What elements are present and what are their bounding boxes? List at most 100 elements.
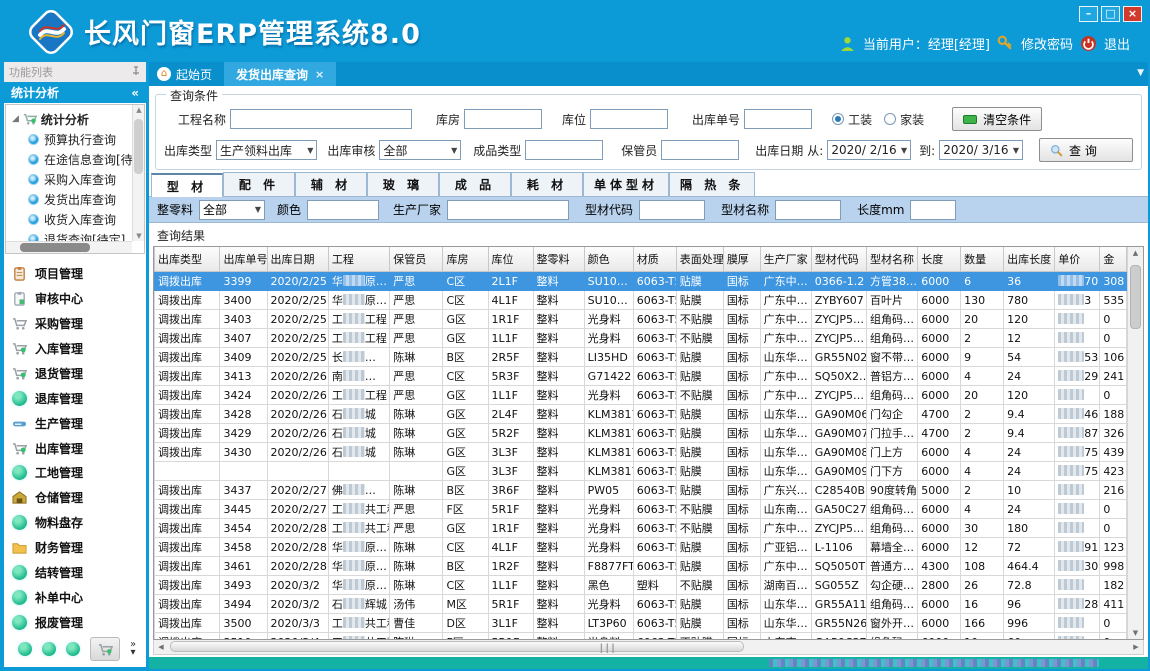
material-tab-0[interactable]: 型 材 bbox=[151, 173, 223, 197]
sidebar-item-1[interactable]: 审核中心 bbox=[12, 286, 142, 311]
table-row[interactable]: 调拨出库34282020/2/26石城陈琳G区2L4F整料KLM38176063… bbox=[155, 405, 1127, 424]
radio-jiazhuang[interactable]: 家装 bbox=[884, 111, 924, 128]
column-header-17[interactable]: 出库长度 bbox=[1004, 247, 1055, 272]
close-button[interactable]: × bbox=[1123, 6, 1142, 22]
column-header-8[interactable]: 颜色 bbox=[584, 247, 633, 272]
collapse-icon[interactable]: « bbox=[131, 86, 139, 100]
order-no-input[interactable] bbox=[744, 109, 812, 129]
column-header-14[interactable]: 型材名称 bbox=[867, 247, 918, 272]
sidebar-item-0[interactable]: 项目管理 bbox=[12, 261, 142, 286]
sidebar-item-6[interactable]: 生产管理 bbox=[12, 411, 142, 436]
table-row[interactable]: 调拨出库34132020/2/26南…严思C区5R3F整料G714226063-… bbox=[155, 367, 1127, 386]
whole-part-select[interactable]: 全部▼ bbox=[199, 200, 265, 220]
tree-expander-icon[interactable]: ◢ bbox=[12, 114, 19, 124]
sidebar-item-14[interactable]: 报废管理 bbox=[12, 610, 142, 635]
column-header-5[interactable]: 库房 bbox=[443, 247, 488, 272]
material-tab-2[interactable]: 辅 材 bbox=[295, 172, 367, 196]
sidebar-item-4[interactable]: 退货管理 bbox=[12, 361, 142, 386]
column-header-19[interactable]: 金 bbox=[1100, 247, 1127, 272]
table-row[interactable]: 调拨出库34542020/2/28工共工程严思G区1R1F整料光身料6063-T… bbox=[155, 519, 1127, 538]
tree-root-statistics[interactable]: ◢ 统计分析 bbox=[12, 109, 144, 129]
column-header-13[interactable]: 型材代码 bbox=[811, 247, 866, 272]
column-header-3[interactable]: 工程 bbox=[328, 247, 389, 272]
material-tab-1[interactable]: 配 件 bbox=[223, 172, 295, 196]
column-header-2[interactable]: 出库日期 bbox=[267, 247, 328, 272]
search-button[interactable]: 查 询 bbox=[1039, 138, 1133, 162]
material-tab-6[interactable]: 单体型材 bbox=[583, 172, 669, 196]
column-header-9[interactable]: 材质 bbox=[633, 247, 676, 272]
color-input[interactable] bbox=[307, 200, 379, 220]
sidebar-item-12[interactable]: 结转管理 bbox=[12, 560, 142, 585]
table-row[interactable]: 调拨出库34932020/3/2华原…陈琳C区1L1F整料黑色塑料不贴膜国标湖南… bbox=[155, 576, 1127, 595]
table-horizontal-scrollbar[interactable]: ◀ ┃┃┃ ▶ bbox=[153, 640, 1144, 655]
sidebar-item-7[interactable]: 出库管理 bbox=[12, 436, 142, 461]
sidebar-item-8[interactable]: 工地管理 bbox=[12, 461, 142, 486]
hscroll-thumb[interactable] bbox=[170, 641, 744, 652]
sidebar-item-11[interactable]: 财务管理 bbox=[12, 535, 142, 560]
tab-home[interactable]: ⌂ 起始页 bbox=[149, 62, 224, 86]
column-header-10[interactable]: 表面处理 bbox=[676, 247, 723, 272]
outbound-type-select[interactable]: 生产领料出库▼ bbox=[216, 140, 317, 160]
column-header-1[interactable]: 出库单号 bbox=[220, 247, 267, 272]
maximize-button[interactable]: □ bbox=[1101, 6, 1120, 22]
date-from-select[interactable]: 2020/ 2/16▼ bbox=[827, 140, 911, 160]
material-tab-3[interactable]: 玻 璃 bbox=[367, 172, 439, 196]
tree-item-2[interactable]: 采购入库查询 bbox=[12, 169, 144, 189]
column-header-16[interactable]: 数量 bbox=[961, 247, 1004, 272]
collapsed-module-icon[interactable] bbox=[18, 642, 32, 656]
table-row[interactable]: 调拨出库34002020/2/25华原…严思C区4L1F整料SU10…6063-… bbox=[155, 291, 1127, 310]
table-row[interactable]: 调拨出库35102020/3/4工共工程陈琳F区5R1F整料光身料6063-T5… bbox=[155, 633, 1127, 640]
column-header-7[interactable]: 整零料 bbox=[533, 247, 584, 272]
collapsed-module-icon[interactable] bbox=[66, 642, 80, 656]
tree-item-4[interactable]: 收货入库查询 bbox=[12, 209, 144, 229]
table-row[interactable]: 调拨出库34242020/2/26工工程严思G区1L1F整料光身料6063-T5… bbox=[155, 386, 1127, 405]
tree-vertical-scrollbar[interactable]: ▲▼ bbox=[132, 105, 144, 241]
material-tab-7[interactable]: 隔 热 条 bbox=[669, 172, 755, 196]
date-to-select[interactable]: 2020/ 3/16▼ bbox=[939, 140, 1023, 160]
column-header-0[interactable]: 出库类型 bbox=[155, 247, 220, 272]
audit-select[interactable]: 全部▼ bbox=[379, 140, 461, 160]
project-name-input[interactable] bbox=[230, 109, 412, 129]
product-type-input[interactable] bbox=[525, 140, 603, 160]
column-header-15[interactable]: 长度 bbox=[918, 247, 961, 272]
change-password-link[interactable]: 修改密码 bbox=[1021, 34, 1073, 53]
profile-code-input[interactable] bbox=[639, 200, 705, 220]
table-row[interactable]: 调拨出库34292020/2/26石城陈琳G区5R2F整料KLM38176063… bbox=[155, 424, 1127, 443]
sidebar-section-statistics[interactable]: 统计分析 « bbox=[4, 82, 146, 103]
table-row[interactable]: 调拨出库34452020/2/27工共工程严思F区5R1F整料光身料6063-T… bbox=[155, 500, 1127, 519]
sidebar-item-10[interactable]: 物料盘存 bbox=[12, 510, 142, 535]
length-input[interactable] bbox=[910, 200, 956, 220]
table-row[interactable]: G区3L3F整料KLM38176063-T5贴膜国标山东华…GA90M09.门下… bbox=[155, 462, 1127, 481]
material-tab-5[interactable]: 耗 材 bbox=[511, 172, 583, 196]
table-row[interactable]: 调拨出库34942020/3/2石辉城汤伟M区5R1F整料光身料6063-T5贴… bbox=[155, 595, 1127, 614]
warehouse-input[interactable] bbox=[464, 109, 542, 129]
material-tab-4[interactable]: 成 品 bbox=[439, 172, 511, 196]
location-input[interactable] bbox=[590, 109, 668, 129]
table-vertical-scrollbar[interactable]: ▲ ▼ bbox=[1127, 247, 1143, 639]
keeper-input[interactable] bbox=[661, 140, 739, 160]
tab-list-caret-icon[interactable]: ▼ bbox=[1137, 68, 1144, 78]
radio-gongzhuang[interactable]: 工装 bbox=[832, 111, 872, 128]
clear-conditions-button[interactable]: 清空条件 bbox=[952, 107, 1042, 131]
table-row[interactable]: 调拨出库34582020/2/28华原…陈琳C区4L1F整料光身料6063-T5… bbox=[155, 538, 1127, 557]
collapsed-cart-button[interactable] bbox=[90, 637, 120, 661]
column-header-4[interactable]: 保管员 bbox=[390, 247, 443, 272]
table-row[interactable]: 调拨出库35002020/3/3工共工程曹佳D区3L1F整料LT3P606063… bbox=[155, 614, 1127, 633]
minimize-button[interactable]: – bbox=[1079, 6, 1098, 22]
column-header-6[interactable]: 库位 bbox=[488, 247, 533, 272]
column-header-12[interactable]: 生产厂家 bbox=[760, 247, 811, 272]
table-row[interactable]: 调拨出库33992020/2/25华原…严思C区2L1F整料SU10…6063-… bbox=[155, 272, 1127, 291]
sidebar-item-13[interactable]: 补单中心 bbox=[12, 585, 142, 610]
table-row[interactable]: 调拨出库34072020/2/25工工程严思G区1L1F整料光身料6063-T5… bbox=[155, 329, 1127, 348]
column-header-18[interactable]: 单价 bbox=[1055, 247, 1100, 272]
sidebar-item-3[interactable]: 入库管理 bbox=[12, 336, 142, 361]
table-row[interactable]: 调拨出库34092020/2/25长…陈琳B区2R5F整料LI35HD6063-… bbox=[155, 348, 1127, 367]
table-row[interactable]: 调拨出库34372020/2/27佛…陈琳B区3R6F整料PW056063-T5… bbox=[155, 481, 1127, 500]
table-row[interactable]: 调拨出库34302020/2/26石城陈琳G区3L3F整料KLM38176063… bbox=[155, 443, 1127, 462]
table-row[interactable]: 调拨出库34612020/2/28华原…陈琳B区1R2F整料F8877FT606… bbox=[155, 557, 1127, 576]
column-header-11[interactable]: 膜厚 bbox=[723, 247, 760, 272]
profile-name-input[interactable] bbox=[775, 200, 841, 220]
tab-close-icon[interactable]: × bbox=[315, 68, 324, 81]
vscroll-thumb[interactable] bbox=[1130, 265, 1141, 329]
tree-item-1[interactable]: 在途信息查询[待 bbox=[12, 149, 144, 169]
